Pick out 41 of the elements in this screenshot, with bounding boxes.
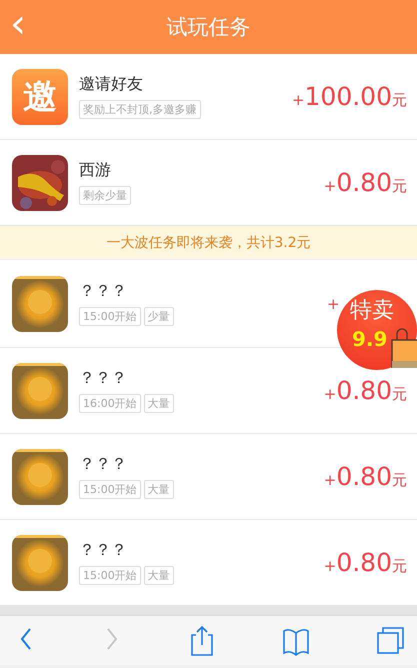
tabs-icon[interactable] <box>376 624 405 656</box>
task-tag: 15:00开始 <box>79 307 141 326</box>
task-tag: 15:00开始 <box>79 566 141 585</box>
reward-unit: 元 <box>392 471 407 490</box>
task-tag: 剩余少量 <box>79 186 131 205</box>
reward-sign: + <box>292 91 305 109</box>
share-icon[interactable] <box>188 624 216 656</box>
task-title: ？？？ <box>79 281 128 302</box>
announcement-text: 一大波任务即将来袭，共计3.2元 <box>106 234 311 252</box>
task-tag: 大量 <box>144 480 174 499</box>
reward-sign: + <box>324 385 336 403</box>
badge-text: 特卖 <box>350 298 394 324</box>
reward-amount: 0.80 <box>336 168 392 197</box>
back-icon[interactable]: ‹ <box>10 4 26 44</box>
task-title: 西游 <box>79 160 112 181</box>
reward-amount: 0.80 <box>336 462 392 491</box>
badge-price: 9.9 <box>352 327 388 351</box>
shopping-bag-icon <box>391 328 417 368</box>
task-tag: 大量 <box>144 566 174 585</box>
reward-sign: + <box>324 177 336 195</box>
task-tag: 15:00开始 <box>79 480 141 499</box>
reward-amount: 0.80 <box>336 548 392 577</box>
reward-amount: 100.00 <box>304 82 392 111</box>
task-title: 邀请好友 <box>79 74 144 95</box>
task-title: ？？？ <box>79 368 128 389</box>
reward-amount: 0.80 <box>336 376 392 405</box>
task-title: ？？？ <box>79 454 128 475</box>
reward-sign: + <box>324 471 336 489</box>
task-tag: 大量 <box>144 394 174 413</box>
task-tag: 奖励上不封顶,多邀多赚 <box>79 100 200 119</box>
app-logo: 邀 <box>12 68 68 124</box>
page-title: 试玩任务 <box>166 14 250 41</box>
reward-unit: 元 <box>392 177 407 196</box>
reward-sign: + <box>324 557 336 575</box>
reward-unit: 元 <box>392 385 407 404</box>
task-title: ？？？ <box>79 540 128 561</box>
reward-unit: 元 <box>392 91 407 110</box>
reward-sign: + <box>327 294 340 312</box>
task-tag: 少量 <box>144 307 174 326</box>
reward-unit: 元 <box>392 557 407 576</box>
task-tag: 16:00开始 <box>79 394 141 413</box>
